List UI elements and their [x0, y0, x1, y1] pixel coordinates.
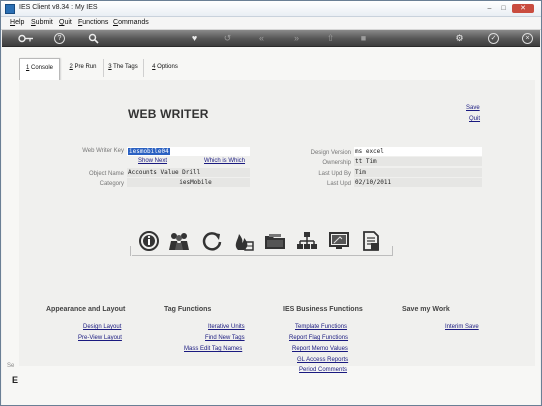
key-icon[interactable] [18, 33, 34, 44]
rewind-icon[interactable]: « [256, 33, 267, 44]
info-icon[interactable] [138, 230, 160, 252]
divider [392, 246, 393, 256]
last-upd-by-label: Last Upd By [318, 171, 351, 177]
template-functions-link[interactable]: Template Functions [295, 324, 347, 330]
app-logo-icon [5, 4, 15, 14]
report-memo-values-link[interactable]: Report Memo Values [292, 346, 348, 352]
tab-console-label: Console [31, 65, 54, 71]
web-writer-key-label: Web Writer Key [82, 148, 124, 154]
stop-icon[interactable]: ■ [358, 33, 369, 44]
ownership-label: Ownership [322, 160, 351, 166]
appearance-heading: Appearance and Layout [46, 306, 126, 313]
interim-save-link[interactable]: Interim Save [445, 324, 479, 330]
report-flag-functions-link[interactable]: Report Flag Functions [289, 335, 348, 341]
category-field[interactable]: iesMobile [127, 178, 250, 187]
save-link[interactable]: Save [466, 105, 480, 111]
maximize-button[interactable]: □ [498, 4, 509, 13]
settings-icon[interactable]: ⚙ [454, 33, 465, 44]
quit-link[interactable]: Quit [469, 116, 480, 122]
window-title: IES Client v8.34 : My IES [19, 4, 98, 11]
tab-strip: 1 Console 2 Pre Run 3 The Tags 4 Options [2, 47, 540, 83]
object-name-label: Object Name [88, 171, 124, 177]
tab-pre-run-label: Pre Run [74, 64, 97, 70]
tab-pre-run-num: 2 [69, 64, 73, 70]
users-icon[interactable] [168, 230, 190, 252]
toolbar: ? ♥ ↺ « » ⇧ ■ ⚙ ✓ × [2, 30, 540, 47]
design-version-label: Design Version [310, 150, 351, 156]
last-upd-field: 02/10/2011 [354, 178, 482, 187]
tab-divider [143, 59, 144, 77]
tab-options-label: Options [157, 64, 178, 70]
last-upd-by-field: Tim [354, 168, 482, 177]
app-window: IES Client v8.34 : My IES – □ ✕ Help Sub… [0, 0, 542, 406]
document-icon[interactable] [360, 230, 382, 252]
refresh-icon[interactable] [201, 230, 223, 252]
gl-access-reports-link[interactable]: GL Access Reports [297, 357, 348, 363]
tab-the-tags[interactable]: 3 The Tags [104, 58, 142, 78]
which-is-which-link[interactable]: Which is Which [204, 158, 245, 164]
tab-the-tags-label: The Tags [113, 64, 138, 70]
iterative-units-link[interactable]: Iterative Units [208, 324, 245, 330]
find-new-tags-link[interactable]: Find New Tags [205, 335, 245, 341]
tab-options-num: 4 [152, 64, 156, 70]
web-writer-key-input[interactable]: iesmobile04 [127, 147, 250, 156]
mass-edit-tag-names-link[interactable]: Mass Edit Tag Names [184, 346, 242, 352]
title-bar: IES Client v8.34 : My IES – □ ✕ [1, 1, 541, 17]
upload-icon[interactable]: ⇧ [325, 33, 336, 44]
save-work-heading: Save my Work [402, 306, 450, 313]
tab-the-tags-num: 3 [108, 64, 112, 70]
fast-forward-icon[interactable]: » [291, 33, 302, 44]
category-label: Category [99, 181, 124, 187]
tab-pre-run[interactable]: 2 Pre Run [64, 58, 102, 78]
main-content: 1 Console 2 Pre Run 3 The Tags 4 Options [2, 47, 540, 405]
menu-commands[interactable]: Commands [113, 19, 149, 26]
monitor-icon[interactable] [328, 230, 350, 252]
minimize-button[interactable]: – [484, 4, 495, 13]
favorite-icon[interactable]: ♥ [189, 33, 200, 44]
status-corner-text: Se [7, 363, 15, 369]
tab-console-num: 1 [25, 65, 30, 71]
web-writer-key-value: iesmobile04 [128, 148, 170, 155]
menu-bar: Help Submit Quit Functions Commands [1, 17, 541, 30]
history-icon[interactable]: ↺ [222, 33, 233, 44]
menu-functions[interactable]: Functions [78, 19, 108, 26]
help-icon[interactable]: ? [54, 33, 65, 44]
function-icon-row [130, 230, 393, 256]
show-next-link[interactable]: Show Next [138, 158, 167, 164]
last-upd-label: Last Upd [326, 181, 351, 187]
design-layout-link[interactable]: Design Layout [83, 324, 121, 330]
page-title: WEB WRITER [128, 107, 209, 121]
close-icon[interactable]: × [522, 33, 533, 44]
fire-icon[interactable] [232, 230, 254, 252]
tab-console[interactable]: 1 Console [19, 58, 60, 81]
divider [130, 246, 131, 256]
tab-options[interactable]: 4 Options [145, 58, 185, 78]
period-comments-link[interactable]: Period Comments [299, 367, 347, 373]
search-icon[interactable] [88, 33, 99, 44]
folder-icon[interactable] [264, 230, 286, 252]
object-name-field[interactable]: Accounts Value Drill [127, 168, 250, 177]
confirm-icon[interactable]: ✓ [488, 33, 499, 44]
status-corner-letter: E [12, 375, 19, 385]
menu-help[interactable]: Help [10, 19, 24, 26]
menu-submit[interactable]: Submit [31, 19, 53, 26]
business-functions-heading: IES Business Functions [283, 306, 363, 313]
org-chart-icon[interactable] [296, 230, 318, 252]
tag-functions-heading: Tag Functions [164, 306, 212, 313]
design-version-field[interactable]: ms excel [354, 147, 482, 156]
ownership-field[interactable]: tt Tim [354, 157, 482, 166]
menu-quit[interactable]: Quit [59, 19, 72, 26]
preview-layout-link[interactable]: Pre-View Layout [78, 335, 122, 341]
close-window-button[interactable]: ✕ [512, 4, 534, 13]
